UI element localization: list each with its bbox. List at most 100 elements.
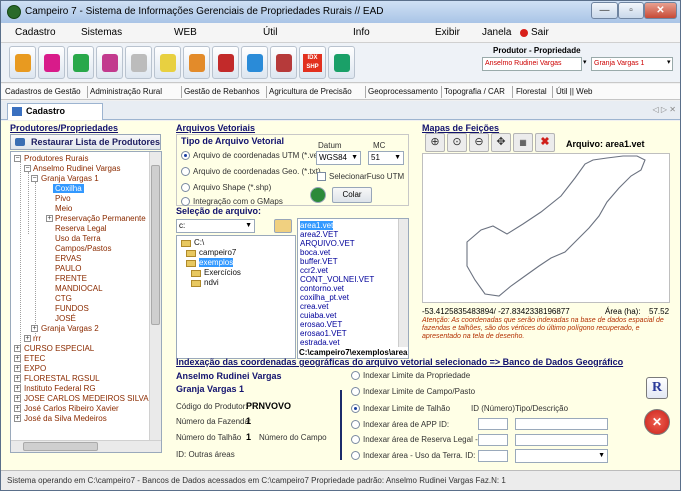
file-list[interactable]: area1.vet area2.VET ARQUIVO.VET boca.vet… (297, 218, 409, 359)
file-item[interactable]: coxilha_pt.vet (300, 293, 349, 302)
propriedade-select[interactable]: Granja Vargas 1 (591, 57, 673, 71)
tree-field-selected[interactable]: Coxilha (53, 184, 84, 193)
fuso-utm-checkbox[interactable] (317, 172, 326, 181)
tree-field[interactable]: JOSÉ (55, 314, 76, 323)
tb-chart-button[interactable] (212, 46, 239, 79)
colar-button[interactable]: Colar (332, 187, 372, 203)
tree-field[interactable]: Reserva Legal (55, 224, 107, 233)
tree-field[interactable]: ERVAS (55, 254, 81, 263)
map-canvas[interactable] (422, 153, 670, 303)
cancel-button[interactable]: ✕ (644, 409, 670, 435)
app-descricao-input[interactable] (515, 418, 608, 430)
tree-producer-node[interactable]: José da Silva Medeiros (24, 414, 107, 423)
tb-bovinos-button[interactable] (38, 46, 65, 79)
tree-root[interactable]: Produtores Rurais (24, 154, 88, 163)
expand-toggle[interactable]: + (46, 215, 53, 222)
produtor-select[interactable]: Anselmo Rudinei Vargas (482, 57, 582, 71)
dir-item[interactable]: ndvi (204, 278, 219, 287)
tree-producer-node[interactable]: Instituto Federal RG (24, 384, 96, 393)
tb-idx-shp-button[interactable]: IDX SHP (299, 46, 326, 79)
idx-uso-terra-radio[interactable] (351, 451, 360, 460)
zoom-in-icon[interactable]: ⊕ (425, 133, 445, 152)
globe-icon[interactable] (310, 187, 326, 203)
tree-node-rrr[interactable]: rrr (33, 334, 41, 343)
tree-property[interactable]: Granja Vargas 1 (41, 174, 99, 183)
pan-icon[interactable]: ✥ (491, 133, 511, 152)
reserva-descricao-input[interactable] (515, 434, 608, 446)
file-item[interactable]: CONT_VOLNEI.VET (300, 275, 374, 284)
expand-toggle[interactable]: − (31, 175, 38, 182)
dir-item[interactable]: C:\ (194, 238, 204, 247)
producers-tree[interactable]: − Produtores Rurais − Anselmo Rudinei Va… (10, 151, 162, 453)
scroll-thumb[interactable] (151, 165, 160, 325)
tree-producer-node[interactable]: EXPO (24, 364, 46, 373)
idx-propriedade-radio[interactable] (351, 371, 360, 380)
dir-item-selected[interactable]: exemplos (199, 258, 234, 267)
reserva-id-input[interactable] (478, 434, 508, 446)
mc-select[interactable]: 51 ▼ (368, 151, 404, 165)
dir-item[interactable]: Exercícios (204, 268, 241, 277)
tab-gestao-rebanhos[interactable]: Gestão de Rebanhos (184, 87, 260, 96)
tb-suinos-button[interactable] (125, 46, 152, 79)
tree-field[interactable]: FRENTE (55, 274, 87, 283)
opt-geo-radio[interactable] (181, 167, 190, 176)
tree-producer[interactable]: Anselmo Rudinei Vargas (33, 164, 120, 173)
scroll-thumb[interactable] (23, 442, 98, 451)
expand-toggle[interactable]: + (14, 365, 21, 372)
directory-list[interactable]: C:\ campeiro7 exemplos Exercícios ndvi (176, 235, 296, 359)
menu-web[interactable]: WEB (174, 27, 197, 38)
tree-producer-node[interactable]: José Carlos Ribeiro Xavier (24, 404, 119, 413)
file-item[interactable]: cuiaba.vet (300, 311, 336, 320)
opt-shape-radio[interactable] (181, 183, 190, 192)
app-id-input[interactable] (478, 418, 508, 430)
tab-topografia-car[interactable]: Topografia / CAR (444, 87, 505, 96)
restaurar-lista-button[interactable]: Restaurar Lista de Produtores (10, 134, 161, 150)
tab-administracao-rural[interactable]: Administração Rural (90, 87, 162, 96)
menu-sistemas[interactable]: Sistemas (81, 27, 122, 38)
tab-cadastros-gestao[interactable]: Cadastros de Gestão (5, 87, 81, 96)
uso-terra-id-input[interactable] (478, 450, 508, 462)
file-item[interactable]: buffer.VET (300, 257, 338, 266)
tree-property-2[interactable]: Granja Vargas 2 (41, 324, 99, 333)
file-item[interactable]: area2.VET (300, 230, 338, 239)
tab-cadastro-espacial[interactable]: Cadastro Espacial (7, 103, 103, 131)
expand-toggle[interactable]: + (24, 335, 31, 342)
file-item[interactable]: erosao1.VET (300, 329, 347, 338)
tree-producer-node[interactable]: ETEC (24, 354, 45, 363)
expand-toggle[interactable]: − (14, 155, 21, 162)
expand-toggle[interactable]: + (31, 325, 38, 332)
zoom-window-icon[interactable]: ⊙ (447, 133, 467, 152)
tree-field[interactable]: Pivo (55, 194, 71, 203)
zoom-out-icon[interactable]: ⊖ (469, 133, 489, 152)
clear-map-icon[interactable]: ✖ (535, 133, 555, 152)
file-item[interactable]: crea.vet (300, 302, 328, 311)
uso-terra-select[interactable]: ▼ (515, 449, 608, 463)
propriedade-chevron-down-icon[interactable]: ▾ (667, 58, 671, 66)
tab-agricultura-precisao[interactable]: Agricultura de Precisão (269, 87, 352, 96)
grid-icon[interactable]: ▦ (513, 133, 533, 152)
file-item-selected[interactable]: area1.vet (300, 221, 334, 230)
expand-toggle[interactable]: + (14, 415, 21, 422)
tree-field[interactable]: Campos/Pastos (55, 244, 111, 253)
tree-horizontal-scrollbar[interactable] (11, 440, 161, 452)
tb-mapa-button[interactable] (241, 46, 268, 79)
file-item[interactable]: ARQUIVO.VET (300, 239, 355, 248)
tab-florestal[interactable]: Florestal (516, 87, 547, 96)
idx-campo-radio[interactable] (351, 387, 360, 396)
file-item[interactable]: estrada.vet (300, 338, 340, 347)
tree-field[interactable]: Meio (55, 204, 72, 213)
tb-casa-button[interactable] (183, 46, 210, 79)
tree-producer-node[interactable]: CURSO ESPECIAL (24, 344, 94, 353)
expand-toggle[interactable]: + (14, 395, 21, 402)
tb-aves-button[interactable] (154, 46, 181, 79)
menu-info[interactable]: Info (353, 27, 370, 38)
tab-nav-arrows[interactable]: ◁ ▷ ✕ (653, 105, 676, 114)
datum-select[interactable]: WGS84 ▼ (316, 151, 361, 165)
tb-produtor-button[interactable] (9, 46, 36, 79)
expand-toggle[interactable]: + (14, 405, 21, 412)
tree-field[interactable]: PAULO (55, 264, 82, 273)
tree-producer-node[interactable]: FLORESTAL RGSUL (24, 374, 100, 383)
tb-ovinos-button[interactable] (67, 46, 94, 79)
tab-util-web[interactable]: Útil || Web (556, 87, 592, 96)
maximize-button[interactable]: ▫ (618, 2, 644, 19)
